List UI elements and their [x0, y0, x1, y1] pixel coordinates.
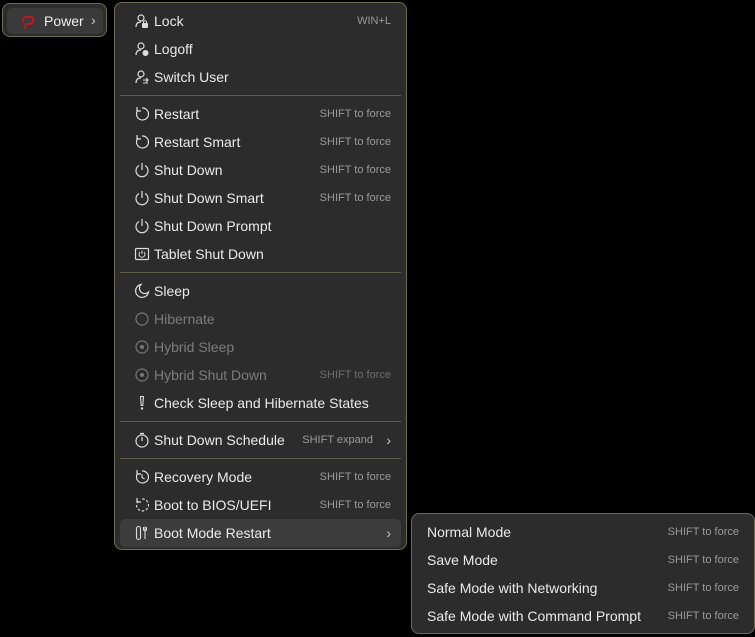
restart-icon: [134, 134, 150, 150]
menu-item-label: Restart: [154, 106, 200, 122]
menu-item-label: Tablet Shut Down: [154, 246, 264, 262]
menu-item-shut-down-prompt[interactable]: Shut Down Prompt: [120, 212, 401, 240]
shortcut-hint: SHIFT to force: [319, 369, 391, 381]
menu-item-label: Restart Smart: [154, 134, 241, 150]
menu-item-label: Shut Down Smart: [154, 190, 264, 206]
shortcut-hint: SHIFT to force: [667, 526, 739, 538]
power-icon: [134, 218, 150, 234]
menu-item-recovery-mode[interactable]: Recovery Mode SHIFT to force: [120, 463, 401, 491]
power-button-inner[interactable]: Power ›: [7, 8, 103, 34]
menu-item-boot-bios[interactable]: Boot to BIOS/UEFI SHIFT to force: [120, 491, 401, 519]
menu-item-label: Hybrid Shut Down: [154, 367, 267, 383]
menu-item-shut-down[interactable]: Shut Down SHIFT to force: [120, 156, 401, 184]
menu-item-check-sleep[interactable]: Check Sleep and Hibernate States: [120, 389, 401, 417]
menu-item-switch-user[interactable]: Switch User: [120, 63, 401, 91]
shortcut-hint: SHIFT to force: [667, 554, 739, 566]
power-logo-icon: [20, 14, 36, 30]
menu-item-logoff[interactable]: Logoff: [120, 35, 401, 63]
menu-item-tablet-shut-down[interactable]: Tablet Shut Down: [120, 240, 401, 268]
shortcut-hint: SHIFT to force: [319, 136, 391, 148]
dashed-refresh-icon: [134, 497, 150, 513]
submenu-item-label: Save Mode: [427, 552, 498, 568]
circle-icon: [134, 311, 150, 327]
shortcut-hint: SHIFT to force: [319, 192, 391, 204]
shortcut-hint: SHIFT to force: [667, 610, 739, 622]
tablet-icon: [134, 246, 150, 262]
menu-item-label: Recovery Mode: [154, 469, 253, 485]
chevron-right-icon: ›: [386, 525, 391, 541]
menu-item-label: Check Sleep and Hibernate States: [154, 395, 369, 411]
shortcut-hint: SHIFT to force: [319, 108, 391, 120]
menu-item-restart[interactable]: Restart SHIFT to force: [120, 100, 401, 128]
menu-item-hybrid-shut-down[interactable]: Hybrid Shut Down SHIFT to force: [120, 361, 401, 389]
shortcut-hint: SHIFT to force: [319, 164, 391, 176]
logoff-icon: [134, 41, 150, 57]
chevron-right-icon: ›: [386, 432, 391, 448]
menu-item-hibernate[interactable]: Hibernate: [120, 305, 401, 333]
menu-separator: [120, 272, 401, 273]
shortcut-hint: WIN+L: [357, 15, 391, 27]
menu-item-label: Sleep: [154, 283, 190, 299]
submenu-item-label: Safe Mode with Command Prompt: [427, 608, 641, 624]
menu-item-restart-smart[interactable]: Restart Smart SHIFT to force: [120, 128, 401, 156]
tools-icon: [134, 525, 150, 541]
submenu-item-safe-mode-networking[interactable]: Safe Mode with Networking SHIFT to force: [417, 574, 749, 602]
lock-icon: [134, 13, 150, 29]
menu-item-lock[interactable]: Lock WIN+L: [120, 7, 401, 35]
menu-item-shut-down-smart[interactable]: Shut Down Smart SHIFT to force: [120, 184, 401, 212]
menu-item-shut-down-schedule[interactable]: Shut Down Schedule SHIFT expand ›: [120, 426, 401, 454]
menu-item-label: Boot to BIOS/UEFI: [154, 497, 272, 513]
menu-separator: [120, 95, 401, 96]
shortcut-hint: SHIFT to force: [319, 471, 391, 483]
switch-user-icon: [134, 69, 150, 85]
menu-item-label: Hybrid Sleep: [154, 339, 235, 355]
power-menu: Lock WIN+L Logoff Switch User Restart SH…: [114, 2, 407, 550]
shortcut-hint: SHIFT expand: [302, 434, 373, 446]
menu-item-label: Switch User: [154, 69, 229, 85]
restart-icon: [134, 106, 150, 122]
menu-item-label: Shut Down: [154, 162, 223, 178]
submenu-item-safe-mode-command-prompt[interactable]: Safe Mode with Command Prompt SHIFT to f…: [417, 602, 749, 630]
menu-item-sleep[interactable]: Sleep: [120, 277, 401, 305]
power-button-label: Power: [44, 13, 84, 29]
menu-separator: [120, 421, 401, 422]
target-icon: [134, 367, 150, 383]
moon-icon: [134, 283, 150, 299]
power-button[interactable]: Power ›: [2, 3, 107, 37]
menu-item-label: Shut Down Schedule: [154, 432, 285, 448]
menu-item-label: Hibernate: [154, 311, 215, 327]
boot-mode-submenu: Normal Mode SHIFT to force Save Mode SHI…: [411, 513, 755, 634]
menu-item-label: Lock: [154, 13, 184, 29]
submenu-item-save-mode[interactable]: Save Mode SHIFT to force: [417, 546, 749, 574]
target-icon: [134, 339, 150, 355]
recovery-icon: [134, 469, 150, 485]
timer-icon: [134, 432, 150, 448]
submenu-item-label: Normal Mode: [427, 524, 512, 540]
submenu-item-normal-mode[interactable]: Normal Mode SHIFT to force: [417, 518, 749, 546]
menu-item-label: Shut Down Prompt: [154, 218, 272, 234]
chevron-right-icon: ›: [91, 12, 96, 28]
submenu-item-label: Safe Mode with Networking: [427, 580, 598, 596]
menu-item-label: Logoff: [154, 41, 193, 57]
menu-item-boot-mode-restart[interactable]: Boot Mode Restart ›: [120, 519, 401, 547]
menu-item-label: Boot Mode Restart: [154, 525, 271, 541]
power-icon: [134, 190, 150, 206]
exclamation-icon: [134, 395, 150, 411]
shortcut-hint: SHIFT to force: [319, 499, 391, 511]
menu-separator: [120, 458, 401, 459]
power-icon: [134, 162, 150, 178]
shortcut-hint: SHIFT to force: [667, 582, 739, 594]
menu-item-hybrid-sleep[interactable]: Hybrid Sleep: [120, 333, 401, 361]
